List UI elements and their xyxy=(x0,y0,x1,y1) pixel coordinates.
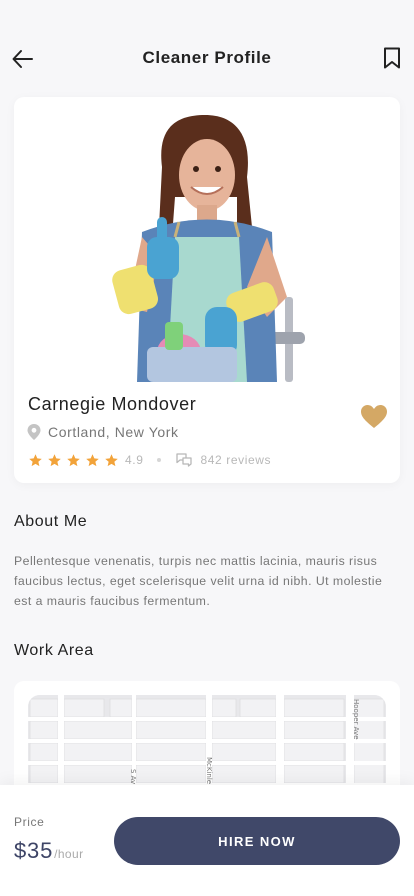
bookmark-icon[interactable] xyxy=(380,46,404,70)
star-rating xyxy=(28,453,119,468)
chat-bubbles-icon xyxy=(176,453,193,467)
star-icon xyxy=(86,453,99,466)
price-amount: $35 xyxy=(14,838,54,863)
pin-icon xyxy=(27,424,41,440)
heart-icon[interactable] xyxy=(360,404,388,430)
hire-now-button[interactable]: HIRE NOW xyxy=(114,817,400,865)
profile-card: Carnegie Mondover Cortland, New York 4.9… xyxy=(14,97,400,483)
star-icon xyxy=(29,453,42,466)
location-text: Cortland, New York xyxy=(48,424,179,440)
map-street-label: McKinle xyxy=(205,757,213,784)
back-arrow-icon[interactable] xyxy=(10,46,36,72)
star-icon xyxy=(67,453,80,466)
work-area-title: Work Area xyxy=(14,642,94,659)
about-title: About Me xyxy=(14,513,88,530)
cleaner-photo xyxy=(14,97,400,382)
map-street-label: S Av xyxy=(129,769,137,784)
reviews-count[interactable]: 842 reviews xyxy=(200,453,271,467)
separator-dot xyxy=(157,458,162,462)
rating-row: 4.9 842 reviews xyxy=(28,452,271,468)
price-label: Price xyxy=(14,815,45,829)
cleaner-name: Carnegie Mondover xyxy=(28,394,197,414)
about-text: Pellentesque venenatis, turpis nec matti… xyxy=(14,554,383,608)
bottom-bar: Price $35 /hour HIRE NOW xyxy=(0,785,414,896)
star-icon xyxy=(105,453,118,466)
price-unit: /hour xyxy=(54,847,84,861)
price-display: $35 /hour xyxy=(14,838,83,864)
star-icon xyxy=(48,453,61,466)
page-title: Cleaner Profile xyxy=(142,48,272,67)
header-bar: Cleaner Profile xyxy=(0,40,414,76)
rating-value: 4.9 xyxy=(125,453,144,467)
location-row: Cortland, New York xyxy=(26,423,179,441)
map-street-label: Hooper Ave xyxy=(352,699,360,740)
